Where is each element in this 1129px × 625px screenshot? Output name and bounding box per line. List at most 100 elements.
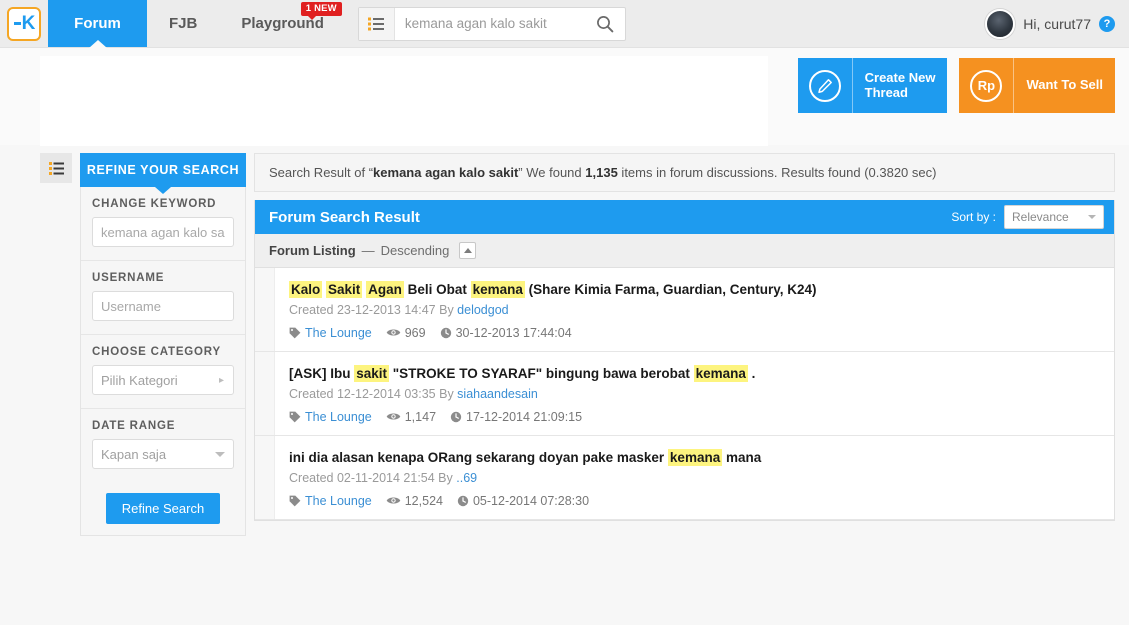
left-rail [0,145,80,625]
collapse-toggle-icon[interactable] [459,242,477,259]
listing-bar: Forum Listing — Descending [255,234,1114,268]
filter-input-username[interactable] [92,291,234,321]
filter-group: CHOOSE CATEGORY Pilih Kategori ▸ [81,335,245,409]
result-category[interactable]: The Lounge [289,326,372,340]
highlighted-term: sakit [354,364,390,382]
tag-icon [289,327,301,339]
filter-group: DATE RANGE Kapan saja [81,409,245,482]
refine-search-button[interactable]: Refine Search [105,493,221,524]
result-meta: The Lounge 12,524 05-12-2014 07:28:30 [289,494,1100,508]
results-column: Search Result of “kemana agan kalo sakit… [254,153,1115,625]
result-created-text: Created 23-12-2013 14:47 By [289,302,458,317]
result-author-link[interactable]: ..69 [456,471,477,485]
result-views: 969 [386,326,426,340]
result-item[interactable]: [ASK] Ibu sakit "STROKE TO SYARAF" bingu… [255,351,1114,436]
user-greeting: Hi, curut77 [1023,15,1091,32]
tag-icon [289,495,301,507]
result-category-value[interactable]: The Lounge [305,326,372,340]
filter-input-change-keyword[interactable] [92,217,234,247]
nav-tab-playground[interactable]: Playground 1 NEW [219,0,346,47]
user-menu[interactable]: Hi, curut77 ? [985,0,1129,47]
clock-icon [457,495,469,507]
tag-icon [289,411,301,423]
result-title[interactable]: [ASK] Ibu sakit "STROKE TO SYARAF" bingu… [289,364,1100,385]
filter-group: USERNAME [81,261,245,335]
refine-search-header: REFINE YOUR SEARCH [80,153,246,187]
want-to-sell-button[interactable]: Rp Want To Sell [959,58,1115,113]
kaskus-logo-icon: K [7,7,41,41]
search-category-list-icon[interactable] [358,7,395,40]
results-list: Kalo Sakit Agan Beli Obat kemana (Share … [255,268,1114,520]
help-icon[interactable]: ? [1099,15,1115,32]
site-logo[interactable]: K [0,0,48,48]
header-search-group [357,6,626,41]
nav-tab-badge: 1 NEW [300,2,342,20]
nav-tab-fjb[interactable]: FJB [147,0,219,47]
create-new-thread-label: Create New Thread [864,69,936,100]
result-views: 1,147 [386,410,436,424]
filter-label: DATE RANGE [92,420,176,432]
filter-box: CHANGE KEYWORD USERNAME CHOOSE CATEGORY Pil… [80,187,246,536]
search-summary: Search Result of “kemana agan kalo sakit… [254,153,1115,192]
chevron-right-icon: ▸ [218,374,224,386]
result-created-text: Created 12-12-2014 03:35 By [289,386,458,401]
result-body: [ASK] Ibu sakit "STROKE TO SYARAF" bingu… [275,352,1114,435]
result-gutter [255,435,275,519]
nav-tab-forum[interactable]: Forum [48,0,147,47]
result-item[interactable]: Kalo Sakit Agan Beli Obat kemana (Share … [255,268,1114,352]
nav-tab-label: Forum [74,15,121,32]
highlighted-term: kemana [470,281,525,298]
result-author-link[interactable]: delodgod [457,303,508,317]
search-icon[interactable] [585,8,625,40]
result-gutter [255,268,275,351]
highlighted-term: kemana [667,448,723,466]
refine-search-sidebar: REFINE YOUR SEARCH CHANGE KEYWORD USERNAM… [80,153,246,625]
result-title[interactable]: ini dia alasan kenapa ORang sekarang doy… [289,448,1100,469]
result-created: Created 12-12-2014 03:35 By siahaandesai… [289,387,1100,401]
highlighted-term: Agan [366,281,404,298]
want-to-sell-label: Want To Sell [1026,77,1103,93]
title-text: [ASK] Ibu [289,365,355,381]
result-category-value[interactable]: The Lounge [305,494,372,508]
result-category-value[interactable]: The Lounge [305,410,372,424]
eye-icon [386,411,401,422]
title-text: (Share Kimia Farma, Guardian, Century, K… [524,282,817,297]
result-last-post-value: 30-12-2013 17:44:04 [455,325,572,340]
refine-button-row: Refine Search [81,482,245,535]
sort-select[interactable]: Relevance [1004,205,1104,229]
filter-select-value: Kapan saja [101,446,167,462]
result-last-post: 05-12-2014 07:28:30 [457,494,589,508]
clock-icon [450,411,462,423]
result-body: ini dia alasan kenapa ORang sekarang doy… [275,436,1114,519]
pencil-icon [798,58,853,113]
main-content: REFINE YOUR SEARCH CHANGE KEYWORD USERNAM… [0,145,1129,625]
result-item[interactable]: ini dia alasan kenapa ORang sekarang doy… [255,435,1114,520]
forum-search-result-panel: Forum Search Result Sort by : Relevance … [254,200,1115,521]
filter-label: CHOOSE CATEGORY [92,346,221,358]
chevron-down-icon [215,451,225,457]
avatar[interactable] [985,8,1016,39]
result-views-value: 1,147 [404,409,437,424]
title-text: Beli Obat [403,282,471,297]
result-category[interactable]: The Lounge [289,410,372,424]
title-text: mana [722,449,762,465]
result-meta: The Lounge 1,147 17-12-2014 21:09:15 [289,410,1100,424]
search-summary-count: 1,135 [585,165,618,180]
list-toggle-icon[interactable] [40,153,72,183]
filter-group: CHANGE KEYWORD [81,187,245,261]
rupiah-icon: Rp [959,58,1015,113]
result-title[interactable]: Kalo Sakit Agan Beli Obat kemana (Share … [289,280,1100,301]
result-last-post: 17-12-2014 21:09:15 [450,410,582,424]
panel-header: Forum Search Result Sort by : Relevance [255,200,1114,234]
result-meta: The Lounge 969 30-12-2013 17:44:04 [289,326,1100,340]
result-views-value: 969 [404,325,426,340]
result-last-post: 30-12-2013 17:44:04 [440,326,572,340]
filter-select-date-range[interactable]: Kapan saja [92,439,234,469]
eye-icon [386,495,401,506]
result-category[interactable]: The Lounge [289,494,372,508]
filter-select-choose-category[interactable]: Pilih Kategori ▸ [92,365,234,395]
header-search-input[interactable] [394,7,585,40]
listing-label: Forum Listing [269,243,356,258]
result-author-link[interactable]: siahaandesain [457,387,538,401]
create-new-thread-button[interactable]: Create New Thread [797,58,948,113]
